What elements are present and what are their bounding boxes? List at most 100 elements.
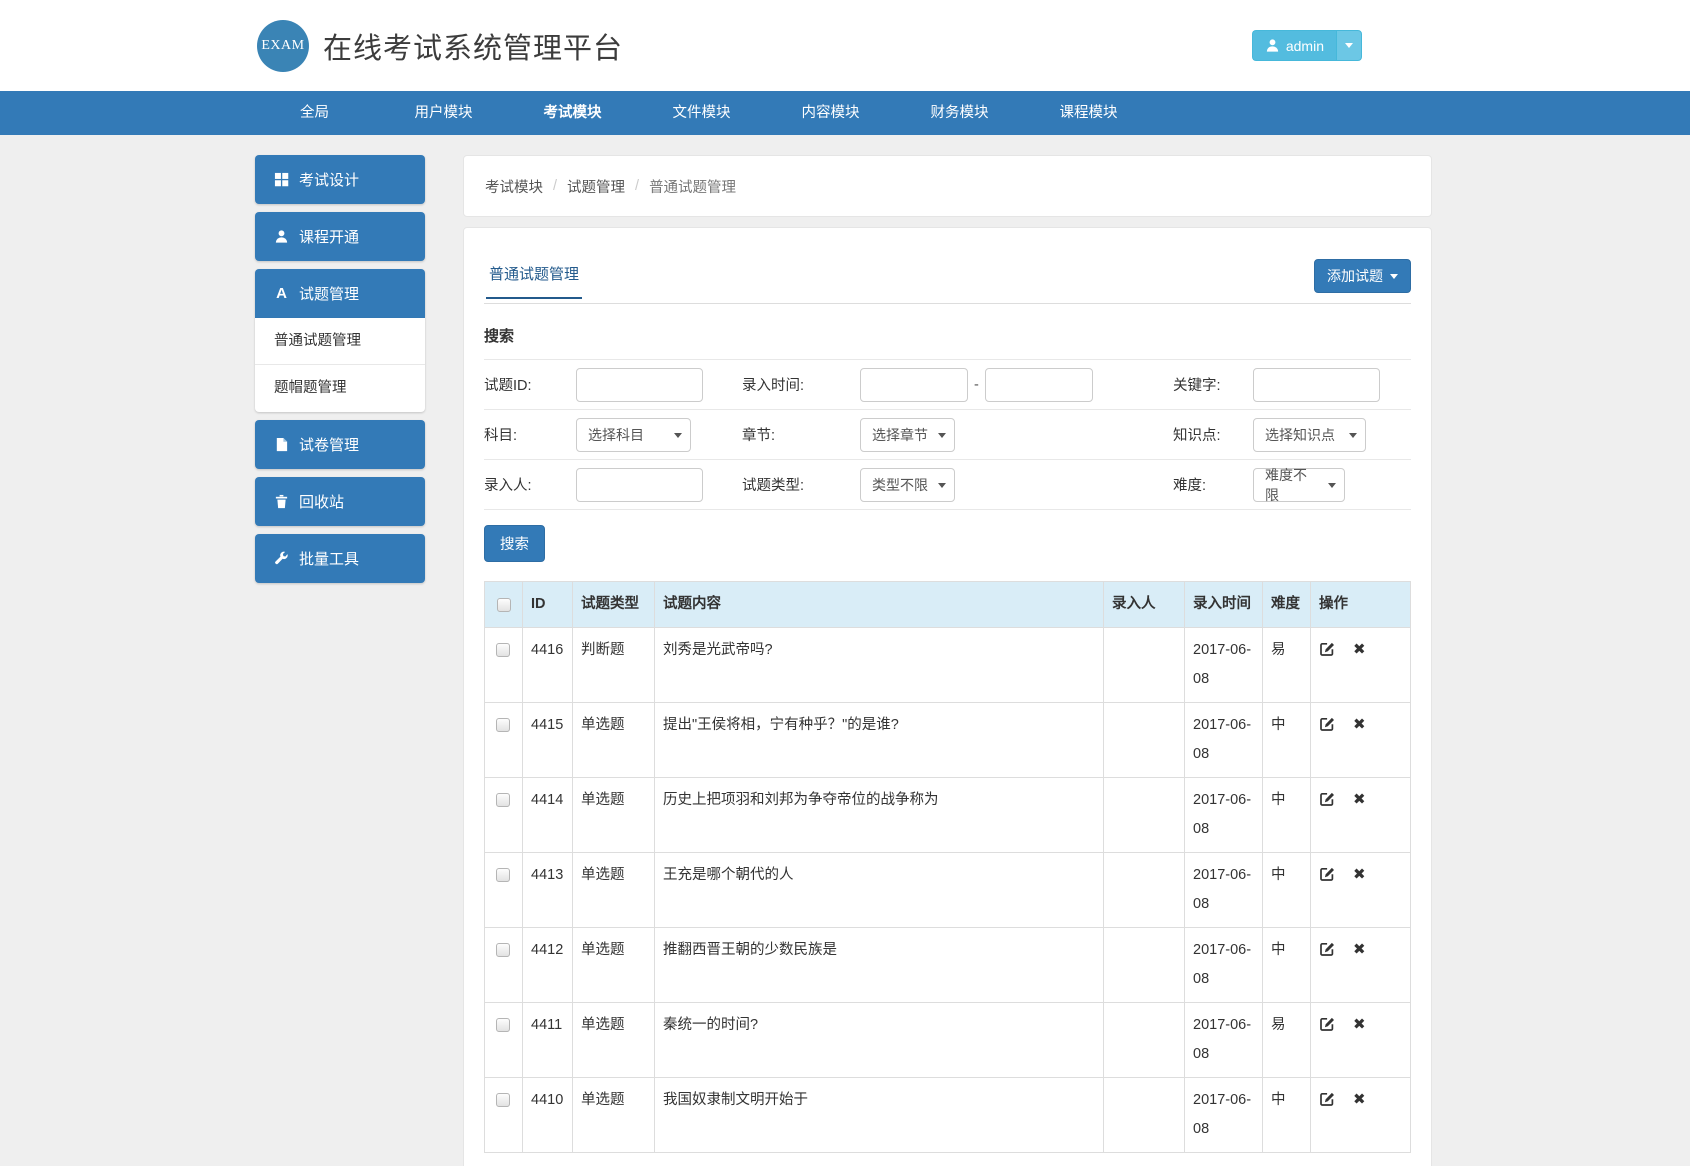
edit-icon[interactable] — [1319, 1016, 1335, 1032]
cell-difficulty: 中 — [1263, 778, 1311, 853]
keyword-input[interactable] — [1253, 368, 1380, 402]
row-checkbox[interactable] — [496, 1018, 510, 1032]
entry-person-label: 录入人: — [484, 474, 576, 495]
nav-item[interactable]: 文件模块 — [637, 91, 766, 135]
sidebar-item[interactable]: 考试设计 — [255, 155, 425, 204]
date-range-separator: - — [974, 377, 979, 393]
edit-icon[interactable] — [1319, 791, 1335, 807]
difficulty-label: 难度: — [1173, 474, 1253, 495]
user-dropdown-button[interactable] — [1336, 30, 1362, 61]
sidebar-item-label: 试卷管理 — [299, 434, 359, 455]
cell-entry-person — [1104, 928, 1185, 1003]
row-checkbox[interactable] — [496, 868, 510, 882]
cell-content: 推翻西晋王朝的少数民族是 — [655, 928, 1104, 1003]
cell-difficulty: 中 — [1263, 1078, 1311, 1153]
nav-item[interactable]: 财务模块 — [895, 91, 1024, 135]
breadcrumb-separator: / — [635, 178, 639, 194]
trash-icon — [273, 494, 290, 509]
sidebar-item[interactable]: 批量工具 — [255, 534, 425, 583]
select-all-checkbox[interactable] — [497, 598, 511, 612]
cell-content: 秦统一的时间? — [655, 1003, 1104, 1078]
exam-logo: EXAM — [257, 20, 309, 72]
cell-id: 4416 — [523, 628, 573, 703]
chapter-select[interactable]: 选择章节 — [860, 418, 955, 452]
cell-id: 4411 — [523, 1003, 573, 1078]
nav-item[interactable]: 考试模块 — [508, 91, 637, 135]
subject-select[interactable]: 选择科目 — [576, 418, 691, 452]
breadcrumb-link[interactable]: 试题管理 — [567, 176, 625, 197]
delete-icon[interactable]: ✖ — [1353, 792, 1366, 807]
cell-entry-person — [1104, 853, 1185, 928]
nav-item[interactable]: 课程模块 — [1024, 91, 1153, 135]
nav-item[interactable]: 全局 — [250, 91, 379, 135]
cell-entry-time: 2017-06-08 — [1185, 628, 1263, 703]
sidebar-subitem[interactable]: 题帽题管理 — [255, 365, 425, 412]
question-table: ID 试题类型 试题内容 录入人 录入时间 难度 操作 4416判断题刘秀是光武… — [484, 581, 1411, 1153]
cell-content: 历史上把项羽和刘邦为争夺帝位的战争称为 — [655, 778, 1104, 853]
nav-item[interactable]: 用户模块 — [379, 91, 508, 135]
sidebar-item-label: 回收站 — [299, 491, 344, 512]
cell-content: 我国奴隶制文明开始于 — [655, 1078, 1104, 1153]
add-question-button[interactable]: 添加试题 — [1314, 259, 1411, 293]
cell-entry-time: 2017-06-08 — [1185, 1003, 1263, 1078]
sidebar-item[interactable]: 试卷管理 — [255, 420, 425, 469]
edit-icon[interactable] — [1319, 866, 1335, 882]
cell-entry-person — [1104, 778, 1185, 853]
table-row: 4411单选题秦统一的时间?2017-06-08易✖ — [485, 1003, 1411, 1078]
navbar-items: 全局用户模块考试模块文件模块内容模块财务模块课程模块 — [250, 91, 1153, 135]
edit-icon[interactable] — [1319, 941, 1335, 957]
row-checkbox[interactable] — [496, 943, 510, 957]
breadcrumb: 考试模块/试题管理/普通试题管理 — [485, 176, 736, 197]
question-id-input[interactable] — [576, 368, 703, 402]
sidebar-item[interactable]: 回收站 — [255, 477, 425, 526]
edit-icon[interactable] — [1319, 1091, 1335, 1107]
sidebar-group: 试卷管理 — [255, 420, 425, 469]
table-row: 4413单选题王充是哪个朝代的人2017-06-08中✖ — [485, 853, 1411, 928]
user-button[interactable]: admin — [1252, 30, 1336, 61]
question-type-select[interactable]: 类型不限 — [860, 468, 955, 502]
entry-time-from-input[interactable] — [860, 368, 968, 402]
delete-icon[interactable]: ✖ — [1353, 867, 1366, 882]
chevron-down-icon — [1390, 274, 1398, 279]
row-checkbox[interactable] — [496, 1093, 510, 1107]
sidebar-item-label: 课程开通 — [299, 226, 359, 247]
col-header-entry-time: 录入时间 — [1185, 582, 1263, 628]
table-row: 4414单选题历史上把项羽和刘邦为争夺帝位的战争称为2017-06-08中✖ — [485, 778, 1411, 853]
sidebar-item[interactable]: 课程开通 — [255, 212, 425, 261]
question-id-label: 试题ID: — [484, 374, 576, 395]
row-checkbox[interactable] — [496, 643, 510, 657]
entry-time-label: 录入时间: — [742, 374, 860, 395]
delete-icon[interactable]: ✖ — [1353, 1092, 1366, 1107]
delete-icon[interactable]: ✖ — [1353, 717, 1366, 732]
delete-icon[interactable]: ✖ — [1353, 642, 1366, 657]
page-title: 在线考试系统管理平台 — [323, 25, 623, 67]
search-form-row-1: 试题ID: 录入时间: - 关键字: — [484, 360, 1411, 410]
delete-icon[interactable]: ✖ — [1353, 1017, 1366, 1032]
col-header-difficulty: 难度 — [1263, 582, 1311, 628]
edit-icon[interactable] — [1319, 716, 1335, 732]
edit-icon[interactable] — [1319, 641, 1335, 657]
chevron-down-icon — [674, 433, 682, 438]
entry-time-to-input[interactable] — [985, 368, 1093, 402]
breadcrumb-current: 普通试题管理 — [649, 176, 736, 197]
cell-type: 单选题 — [573, 853, 655, 928]
entry-person-input[interactable] — [576, 468, 703, 502]
sidebar: 考试设计课程开通 A试题管理普通试题管理题帽题管理试卷管理回收站批量工具 — [255, 155, 425, 591]
tab-regular-question-management[interactable]: 普通试题管理 — [486, 250, 582, 299]
row-checkbox[interactable] — [496, 718, 510, 732]
sidebar-subitem[interactable]: 普通试题管理 — [255, 318, 425, 365]
search-button[interactable]: 搜索 — [484, 525, 545, 562]
knowledge-point-select[interactable]: 选择知识点 — [1253, 418, 1366, 452]
breadcrumb-link[interactable]: 考试模块 — [485, 176, 543, 197]
cell-id: 4412 — [523, 928, 573, 1003]
row-checkbox[interactable] — [496, 793, 510, 807]
nav-item[interactable]: 内容模块 — [766, 91, 895, 135]
sidebar-item[interactable]: A试题管理 — [255, 269, 425, 318]
search-form-row-3: 录入人: 试题类型: 类型不限 难度: 难度不限 — [484, 460, 1411, 510]
chevron-down-icon — [938, 433, 946, 438]
delete-icon[interactable]: ✖ — [1353, 942, 1366, 957]
file-icon — [273, 437, 290, 452]
difficulty-select[interactable]: 难度不限 — [1253, 468, 1345, 502]
cell-entry-person — [1104, 703, 1185, 778]
sidebar-group: 考试设计 — [255, 155, 425, 204]
